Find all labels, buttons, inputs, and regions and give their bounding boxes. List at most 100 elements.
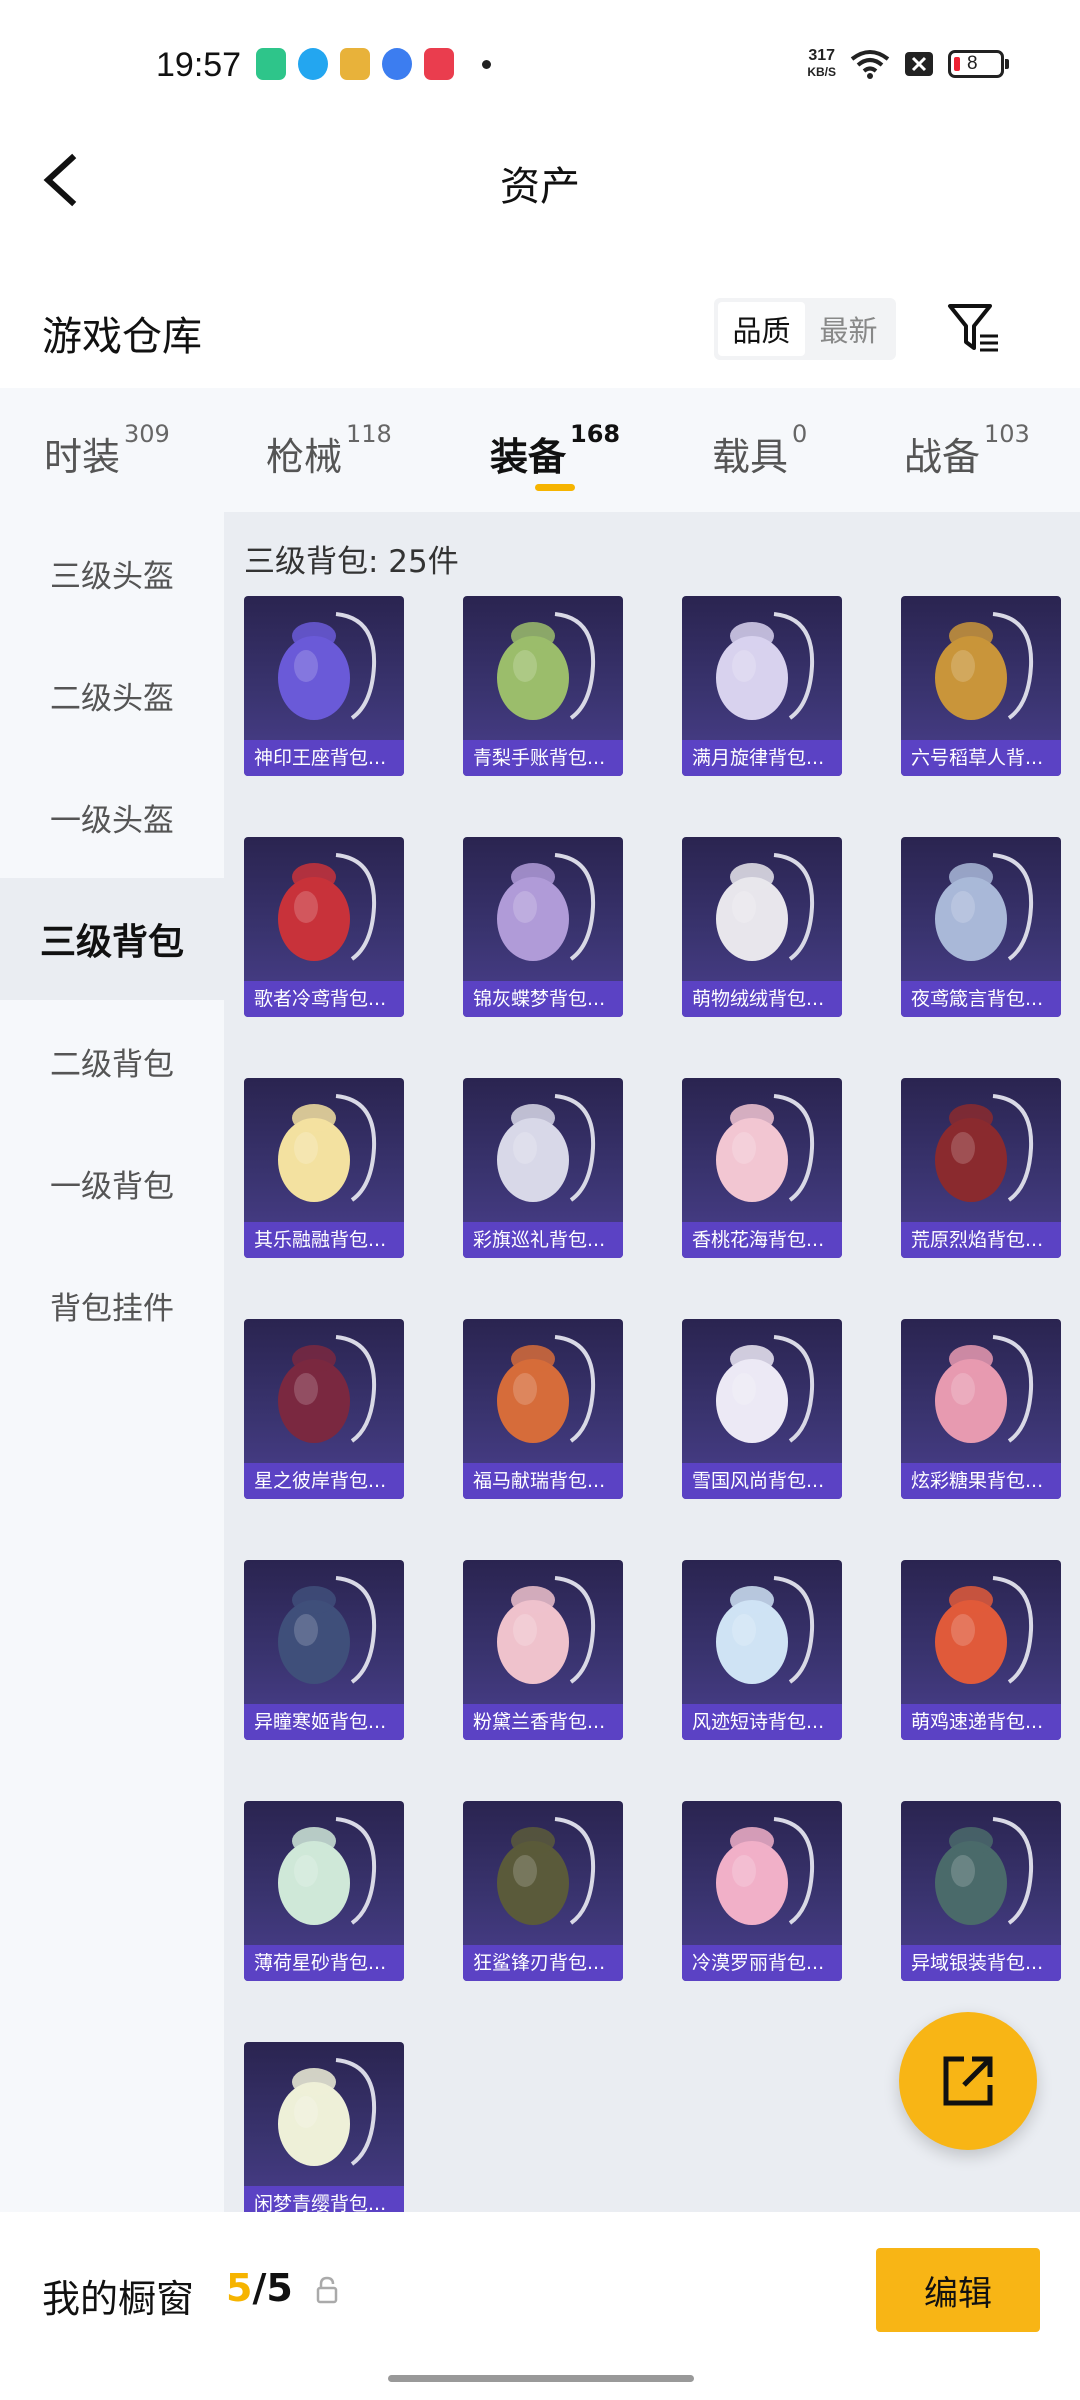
network-speed: 317 KB/S [807,47,836,80]
video-app-icon [424,48,454,80]
nav-header: 资产 [0,130,1080,230]
item-card[interactable]: 炫彩糖果背包... [901,1319,1061,1499]
backpack-icon [497,1335,596,1443]
item-card[interactable]: 锦灰蝶梦背包... [463,837,623,1017]
item-card[interactable]: 闲梦青缨背包... [244,2042,404,2222]
item-name: 风迹短诗背包... [682,1704,842,1740]
item-name: 歌者冷鸢背包... [244,981,404,1017]
item-name: 薄荷星砂背包... [244,1945,404,1981]
sidebar-item-lv1-helmet[interactable]: 一级头盔 [0,756,224,878]
app-notification-icon [256,48,286,80]
item-name: 异域银装背包... [901,1945,1061,1981]
item-card[interactable]: 彩旗巡礼背包... [463,1078,623,1258]
backpack-icon [716,1094,815,1202]
item-card[interactable]: 狂鲨锋刃背包... [463,1801,623,1981]
item-card[interactable]: 荒原烈焰背包... [901,1078,1061,1258]
item-card[interactable]: 萌物绒绒背包... [682,837,842,1017]
active-tab-indicator [535,484,575,491]
backpack-icon [716,853,815,961]
backpack-icon [716,612,815,720]
item-card[interactable]: 粉黛兰香背包... [463,1560,623,1740]
section-title: 三级背包: 25件 [244,544,459,580]
sidebar-item-lv2-backpack[interactable]: 二级背包 [0,1000,224,1122]
showcase-count: 5/5 [226,2266,293,2310]
item-name: 青梨手账背包... [463,740,623,776]
backpack-icon [278,612,377,720]
item-card[interactable]: 青梨手账背包... [463,596,623,776]
item-card[interactable]: 福马献瑞背包... [463,1319,623,1499]
item-card[interactable]: 风迹短诗背包... [682,1560,842,1740]
backpack-icon [278,1817,377,1925]
sidebar-item-lv1-backpack[interactable]: 一级背包 [0,1122,224,1244]
tab-combat-supplies[interactable]: 战备103 [904,420,1030,481]
item-name: 狂鲨锋刃背包... [463,1945,623,1981]
item-name: 异瞳寒姬背包... [244,1704,404,1740]
item-name: 彩旗巡礼背包... [463,1222,623,1258]
backpack-icon [278,853,377,961]
item-card[interactable]: 异域银装背包... [901,1801,1061,1981]
item-card[interactable]: 萌鸡速递背包... [901,1560,1061,1740]
item-name: 香桃花海背包... [682,1222,842,1258]
backpack-icon [278,1094,377,1202]
qq-icon [298,48,328,80]
filter-icon [948,304,998,352]
backpack-icon [935,1817,1034,1925]
sort-newest-option[interactable]: 最新 [805,302,892,356]
battery-icon: 8 [948,50,1009,78]
sort-quality-option[interactable]: 品质 [718,302,805,356]
item-card[interactable]: 满月旋律背包... [682,596,842,776]
item-card[interactable]: 异瞳寒姬背包... [244,1560,404,1740]
category-tabs: 时装309 枪械118 装备168 载具0 战备103 [0,388,1080,512]
item-name: 荒原烈焰背包... [901,1222,1061,1258]
item-name: 福马献瑞背包... [463,1463,623,1499]
backpack-icon [935,853,1034,961]
backpack-icon [497,853,596,961]
backpack-icon [716,1817,815,1925]
browser-icon [382,48,412,80]
tab-equipment[interactable]: 装备168 [490,420,620,481]
sidebar-item-lv3-backpack[interactable]: 三级背包 [0,878,224,1000]
item-name: 萌物绒绒背包... [682,981,842,1017]
sort-toggle: 品质 最新 [714,298,896,360]
share-button[interactable] [899,2012,1037,2150]
item-card[interactable]: 夜鸢箴言背包... [901,837,1061,1017]
item-card[interactable]: 冷漠罗丽背包... [682,1801,842,1981]
backpack-icon [497,612,596,720]
backpack-icon [278,1576,377,1684]
item-card[interactable]: 其乐融融背包... [244,1078,404,1258]
sidebar-item-backpack-charm[interactable]: 背包挂件 [0,1244,224,1366]
item-name: 粉黛兰香背包... [463,1704,623,1740]
backpack-icon [497,1817,596,1925]
subcategory-sidebar: 三级头盔 二级头盔 一级头盔 三级背包 二级背包 一级背包 背包挂件 [0,512,224,2212]
item-name: 星之彼岸背包... [244,1463,404,1499]
item-name: 夜鸢箴言背包... [901,981,1061,1017]
item-card[interactable]: 香桃花海背包... [682,1078,842,1258]
item-name: 雪国风尚背包... [682,1463,842,1499]
tab-fashion[interactable]: 时装309 [44,420,170,481]
status-time: 19:57 [156,46,242,84]
item-card[interactable]: 薄荷星砂背包... [244,1801,404,1981]
item-card[interactable]: 歌者冷鸢背包... [244,837,404,1017]
sim-off-icon [905,52,933,76]
backpack-icon [935,612,1034,720]
home-indicator[interactable] [388,2375,694,2382]
backpack-icon [716,1576,815,1684]
item-name: 其乐融融背包... [244,1222,404,1258]
item-card[interactable]: 六号稻草人背... [901,596,1061,776]
tab-vehicles[interactable]: 载具0 [712,420,807,481]
filter-button[interactable] [944,298,1004,358]
edit-button[interactable]: 编辑 [876,2248,1040,2332]
page-title: 资产 [500,164,580,210]
sidebar-item-lv2-helmet[interactable]: 二级头盔 [0,634,224,756]
game-app-icon [340,48,370,80]
notification-icons [256,48,491,80]
item-card[interactable]: 神印王座背包... [244,596,404,776]
warehouse-title: 游戏仓库 [42,314,202,360]
sidebar-item-lv3-helmet[interactable]: 三级头盔 [0,512,224,634]
item-card[interactable]: 雪国风尚背包... [682,1319,842,1499]
item-name: 锦灰蝶梦背包... [463,981,623,1017]
lock-icon [316,2276,338,2304]
item-grid-panel: 三级背包: 25件 神印王座背包... 青梨手账背包... 满月旋律背包... 六号稻… [224,512,1080,2222]
item-card[interactable]: 星之彼岸背包... [244,1319,404,1499]
tab-firearms[interactable]: 枪械118 [266,420,392,481]
